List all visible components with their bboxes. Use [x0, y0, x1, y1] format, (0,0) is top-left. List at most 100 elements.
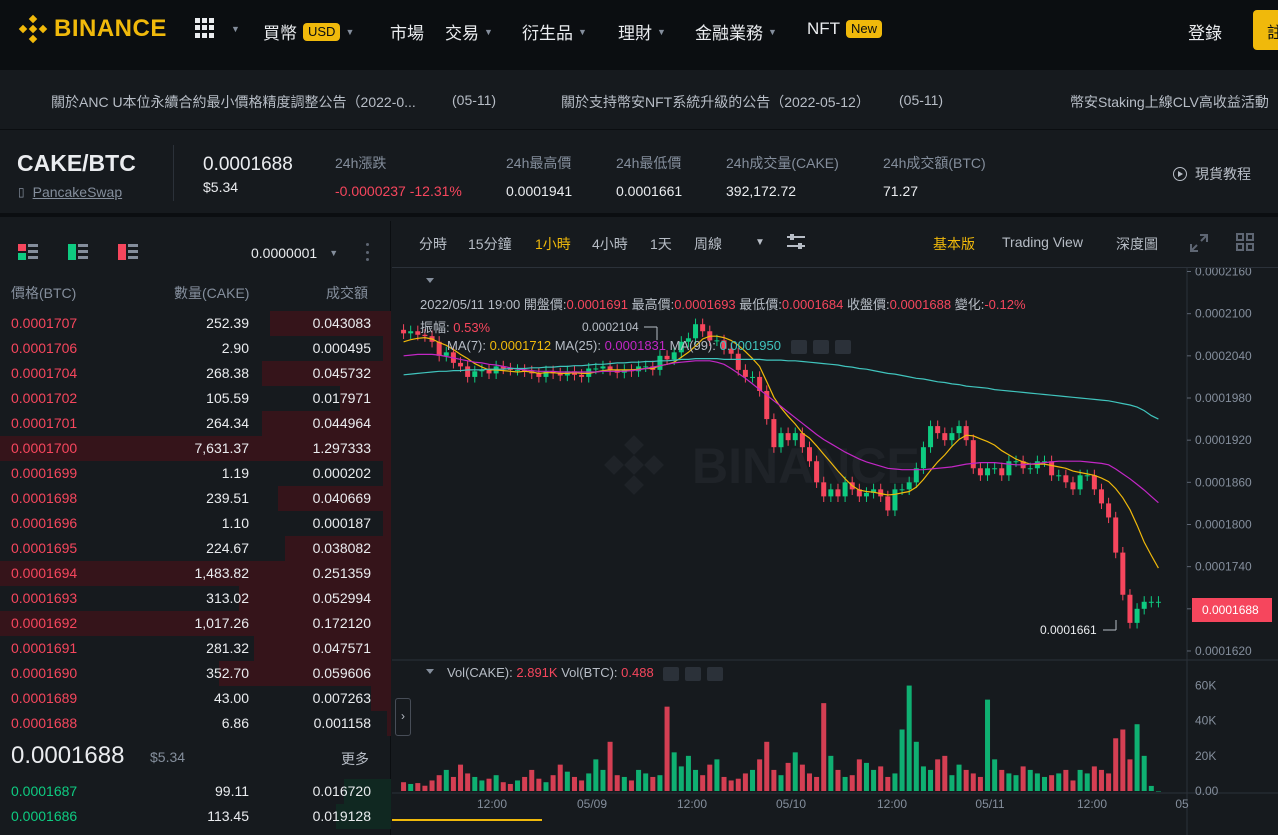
login-button[interactable]: 登錄: [1188, 19, 1222, 44]
volume-bar: [1027, 769, 1033, 791]
view-depth[interactable]: 深度圖: [1116, 234, 1158, 254]
orderbook-ask-row[interactable]: 0.0001693 313.02 0.052994: [0, 586, 391, 611]
interval-1d[interactable]: 1天: [650, 234, 672, 254]
nav-buy-crypto[interactable]: 買幣 USD ▼: [263, 19, 354, 44]
interval-time[interactable]: 分時: [419, 234, 447, 254]
candle-body: [1027, 468, 1033, 470]
binance-logo[interactable]: BINANCE: [18, 14, 167, 44]
orderbook-ask-row[interactable]: 0.0001707 252.39 0.043083: [0, 311, 391, 336]
orderbook-ask-row[interactable]: 0.0001702 105.59 0.017971: [0, 386, 391, 411]
announcement-link[interactable]: 關於ANC U本位永續合約最小價格精度調整公告（2022-0...: [51, 92, 416, 112]
announcement-link[interactable]: 關於支持幣安NFT系統升級的公告（2022-05-12）: [561, 92, 870, 112]
candle-body: [472, 371, 478, 377]
orderbook-ask-row[interactable]: 0.0001689 43.00 0.007263: [0, 686, 391, 711]
orderbook-bids-view-icon[interactable]: [68, 242, 88, 262]
volume-legend-collapse-icon[interactable]: [426, 669, 434, 674]
orderbook-ask-row[interactable]: 0.0001696 1.10 0.000187: [0, 511, 391, 536]
trading-pair-title[interactable]: CAKE/BTC: [17, 150, 136, 177]
nav-nft[interactable]: NFT New: [807, 19, 883, 39]
orderbook-asks-view-icon[interactable]: [118, 242, 138, 262]
orderbook-bid-row[interactable]: 0.0001686 113.45 0.019128: [0, 804, 391, 829]
volume-bar: [714, 759, 720, 791]
chevron-down-icon: ▼: [657, 26, 666, 37]
nav-earn[interactable]: 理財 ▼: [618, 19, 666, 44]
interval-4h[interactable]: 4小時: [592, 234, 628, 254]
binance-logo-icon: [18, 14, 48, 44]
time-tick-label: 05/11: [975, 797, 1004, 811]
interval-1h[interactable]: 1小時: [535, 234, 571, 254]
candle-body: [963, 426, 969, 441]
orderbook-ask-row[interactable]: 0.0001695 224.67 0.038082: [0, 536, 391, 561]
volume-bar: [607, 741, 613, 791]
volume-bar: [821, 703, 827, 791]
orderbook-ask-row[interactable]: 0.0001688 6.86 0.001158: [0, 711, 391, 736]
nav-trade[interactable]: 交易 ▼: [445, 19, 493, 44]
fullscreen-icon[interactable]: [1189, 233, 1209, 253]
candle-body: [977, 468, 983, 476]
eye-icon[interactable]: [790, 339, 807, 354]
more-options-icon[interactable]: [366, 243, 370, 261]
precision-select[interactable]: 0.0000001 ▼: [251, 245, 338, 261]
apps-grid-icon[interactable]: [195, 18, 215, 38]
candle-body: [1056, 475, 1062, 477]
orderbook-ask-row[interactable]: 0.0001704 268.38 0.045732: [0, 361, 391, 386]
time-tick-label: 12:00: [1077, 797, 1107, 811]
interval-1w[interactable]: 周線: [694, 234, 722, 254]
volume-bar: [1063, 769, 1069, 791]
apps-chevron-down-icon[interactable]: ▼: [231, 24, 240, 34]
low-label: 最低價:: [739, 297, 782, 312]
view-tradingview[interactable]: Trading View: [1002, 234, 1083, 250]
volume-bar: [942, 755, 948, 791]
close-icon[interactable]: [834, 339, 851, 354]
volume-bar: [522, 776, 528, 791]
spot-tutorial-link[interactable]: 現貨教程: [1173, 164, 1251, 184]
orderbook-ask-row[interactable]: 0.0001690 352.70 0.059606: [0, 661, 391, 686]
view-basic[interactable]: 基本版: [933, 234, 975, 254]
settings-icon[interactable]: [685, 666, 702, 681]
orderbook-ask-row[interactable]: 0.0001698 239.51 0.040669: [0, 486, 391, 511]
indicator-settings-icon[interactable]: [786, 233, 806, 251]
eye-icon[interactable]: [663, 666, 680, 681]
orderbook-ask-row[interactable]: 0.0001699 1.19 0.000202: [0, 461, 391, 486]
ask-total: 0.052994: [312, 590, 371, 606]
interval-15m[interactable]: 15分鐘: [468, 234, 512, 254]
column-header-price: 價格(BTC): [11, 285, 77, 301]
ask-price: 0.0001690: [11, 665, 78, 681]
candle-body: [1077, 475, 1083, 490]
orderbook-ask-row[interactable]: 0.0001692 1,017.26 0.172120: [0, 611, 391, 636]
nav-derivatives[interactable]: 衍生品 ▼: [522, 19, 587, 44]
settings-icon[interactable]: [812, 339, 829, 354]
stat-label: 24h最低價: [616, 155, 682, 171]
orderbook-ask-row[interactable]: 0.0001701 264.34 0.044964: [0, 411, 391, 436]
close-icon[interactable]: [707, 666, 724, 681]
more-intervals-chevron-icon[interactable]: ▼: [755, 237, 765, 248]
volume-bar: [458, 764, 464, 791]
orderbook-ask-row[interactable]: 0.0001700 7,631.37 1.297333: [0, 436, 391, 461]
bid-price: 0.0001687: [11, 783, 78, 799]
orderbook-ask-row[interactable]: 0.0001706 2.90 0.000495: [0, 336, 391, 361]
orderbook-ask-row[interactable]: 0.0001694 1,483.82 0.251359: [0, 561, 391, 586]
volume-bar: [814, 776, 820, 791]
stat-label: 24h成交量(CAKE): [726, 155, 839, 171]
ask-total: 0.038082: [312, 540, 371, 556]
ma25-value: 0.0001831: [604, 338, 667, 353]
collapse-panel-chevron-icon[interactable]: ›: [395, 698, 411, 736]
candle-body: [1091, 475, 1097, 490]
ma99-line: [403, 357, 1159, 420]
orderbook-ask-row[interactable]: 0.0001691 281.32 0.047571: [0, 636, 391, 661]
nav-markets[interactable]: 市場: [390, 19, 424, 44]
nav-finance[interactable]: 金融業務 ▼: [695, 19, 777, 44]
ask-amount: 352.70: [206, 665, 249, 681]
legend-collapse-icon[interactable]: [426, 278, 434, 283]
orderbook-bid-row[interactable]: 0.0001687 99.11 0.016720: [0, 779, 391, 804]
more-link[interactable]: 更多: [341, 749, 369, 769]
layout-grid-icon[interactable]: [1235, 232, 1255, 252]
candle-body: [835, 489, 841, 497]
candle-body: [742, 369, 748, 377]
orderbook-both-view-icon[interactable]: [18, 242, 38, 262]
ask-total: 0.017971: [312, 390, 371, 406]
project-link[interactable]: ▯ PancakeSwap: [18, 184, 122, 200]
register-button[interactable]: 註: [1253, 10, 1278, 50]
announcement-link[interactable]: 幣安Staking上線CLV高收益活動: [1070, 92, 1269, 112]
chevron-down-icon: ▼: [329, 248, 339, 258]
